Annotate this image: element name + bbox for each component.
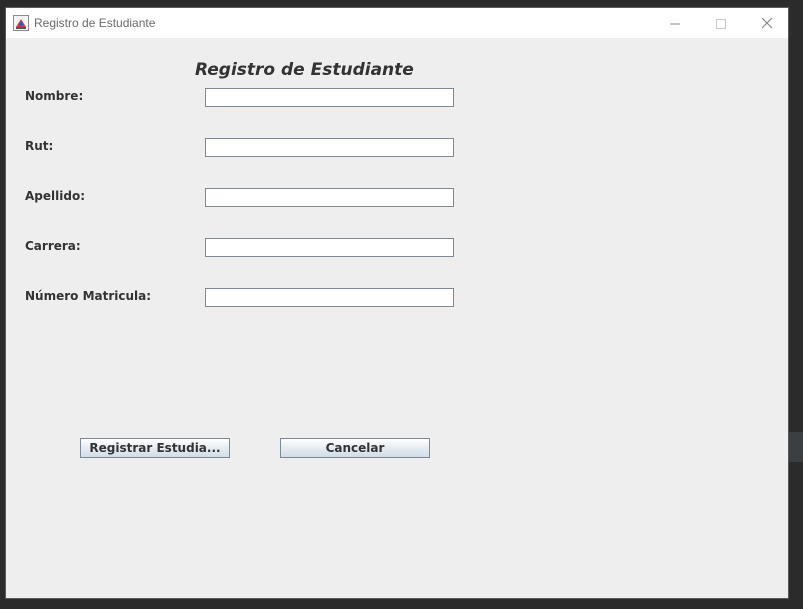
rut-input[interactable] <box>205 138 454 157</box>
apellido-input[interactable] <box>205 188 454 207</box>
close-button[interactable] <box>744 8 790 38</box>
title-bar: Registro de Estudiante <box>6 8 788 38</box>
cancel-button[interactable]: Cancelar <box>280 438 430 458</box>
window-title: Registro de Estudiante <box>34 16 156 30</box>
register-student-button[interactable]: Registrar Estudia... <box>80 438 230 458</box>
form-panel: Registro de Estudiante Nombre: Rut: Apel… <box>6 38 788 598</box>
app-window: Registro de Estudiante Registro de Estud… <box>5 7 789 599</box>
carrera-label: Carrera: <box>25 239 81 253</box>
minimize-button[interactable] <box>652 8 698 38</box>
nombre-label: Nombre: <box>25 89 84 103</box>
numero-matricula-label: Número Matricula: <box>25 289 152 303</box>
close-icon <box>761 14 773 33</box>
java-app-icon <box>13 15 29 31</box>
maximize-icon <box>716 14 726 33</box>
numero-matricula-input[interactable] <box>205 288 454 307</box>
rut-label: Rut: <box>25 139 54 153</box>
maximize-button[interactable] <box>698 8 744 38</box>
nombre-input[interactable] <box>205 88 454 107</box>
ide-panel-edge <box>788 432 803 462</box>
minimize-icon <box>670 14 680 33</box>
form-heading: Registro de Estudiante <box>195 60 414 80</box>
apellido-label: Apellido: <box>25 189 85 203</box>
carrera-input[interactable] <box>205 238 454 257</box>
